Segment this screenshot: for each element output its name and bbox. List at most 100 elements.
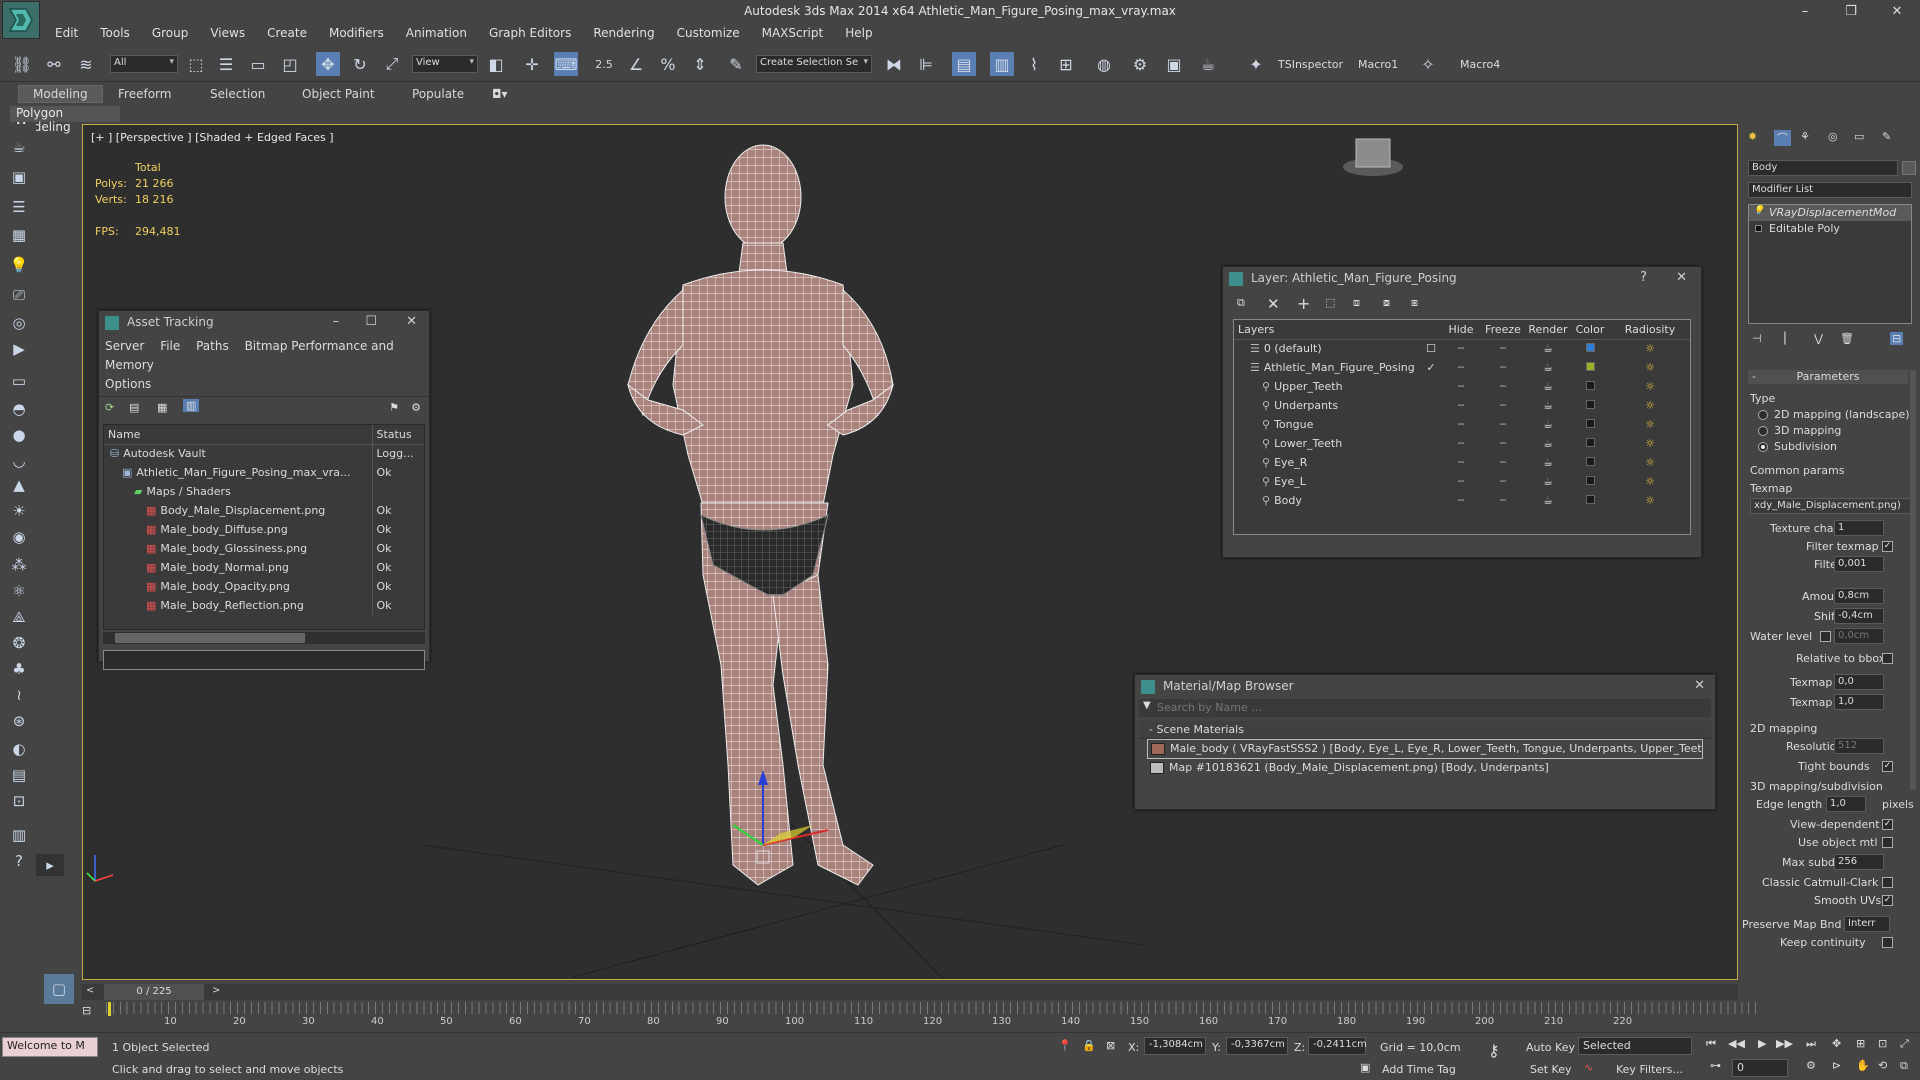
close-icon[interactable]: ✕	[406, 314, 417, 329]
new-layer-icon[interactable]: ⧉	[1237, 296, 1245, 310]
key-mode-toggle-icon[interactable]: ⊶	[1710, 1059, 1721, 1072]
display-tab-icon[interactable]: ▭	[1854, 130, 1864, 143]
add-time-tag-icon[interactable]: ▣	[1360, 1061, 1370, 1074]
radiosity-icon[interactable]: ☼	[1610, 453, 1690, 472]
menu-maxscript[interactable]: MAXScript	[751, 24, 835, 44]
menu-edit[interactable]: Edit	[44, 24, 89, 44]
mini-viewport-icon[interactable]: ▢	[44, 974, 74, 1004]
edit-named-selection-icon[interactable]: ✎	[724, 52, 748, 76]
help-icon[interactable]: ?	[8, 850, 30, 872]
radiosity-icon[interactable]: ☼	[1610, 434, 1690, 453]
material-search-input[interactable]	[1157, 700, 1697, 715]
render-toggle-icon[interactable]: ☕	[1526, 453, 1570, 472]
layer-row[interactable]: ☰ Athletic_Man_Figure_Posing ✓ ┅ ┅ ☕ ☼	[1234, 358, 1690, 377]
modifier-list-dropdown[interactable]: Modifier List	[1748, 182, 1912, 198]
highlight-layer-icon[interactable]: ⧈	[1353, 296, 1360, 310]
layer-help-button[interactable]: ?	[1640, 270, 1647, 285]
menu-tools[interactable]: Tools	[89, 24, 141, 44]
freeze-toggle[interactable]: ┅	[1480, 377, 1526, 396]
minimize-button[interactable]: –	[1782, 0, 1828, 22]
modifier-stack-item[interactable]: Editable Poly	[1749, 221, 1911, 237]
bones-icon[interactable]: ⟁	[8, 606, 30, 628]
grid-icon[interactable]: ▦	[8, 224, 30, 246]
tab-selection[interactable]: Selection	[210, 87, 265, 101]
hide-toggle[interactable]: ┅	[1442, 396, 1480, 415]
pan-icon[interactable]: ✋	[1856, 1059, 1870, 1072]
layer-row[interactable]: ⚲ Upper_Teeth ┅ ┅ ☕ ☼	[1234, 377, 1690, 396]
texture-chan-input[interactable]: 1	[1834, 520, 1884, 536]
layer-color-swatch[interactable]	[1570, 453, 1610, 472]
thumbnail-view-icon[interactable]: ▦	[157, 401, 167, 414]
current-layer-marker[interactable]	[1420, 491, 1442, 510]
cone-icon[interactable]: ▲	[8, 474, 30, 496]
layer-row[interactable]: ⚲ Eye_R ┅ ┅ ☕ ☼	[1234, 453, 1690, 472]
radiosity-icon[interactable]: ☼	[1610, 472, 1690, 491]
toggle-ribbon-icon[interactable]: ▥	[990, 52, 1014, 76]
texmap-button[interactable]: xdy_Male_Displacement.png)	[1750, 498, 1912, 514]
scene-materials-header[interactable]: - Scene Materials	[1139, 721, 1711, 739]
list-icon[interactable]: ☰	[8, 196, 30, 218]
freeze-all-icon[interactable]: ⧆	[1411, 296, 1418, 310]
tsinspector-icon[interactable]: ✦	[1244, 52, 1268, 76]
particles-icon[interactable]: ⁂	[8, 554, 30, 576]
bowl-icon[interactable]: ◡	[8, 450, 30, 472]
render-toggle-icon[interactable]: ☕	[1526, 339, 1570, 358]
asset-row[interactable]: ▰ Maps / Shaders	[104, 482, 424, 501]
at-menu-file[interactable]: File	[160, 339, 180, 353]
radio-2d-mapping[interactable]	[1758, 410, 1768, 420]
minimize-icon[interactable]: –	[333, 314, 340, 329]
absolute-mode-icon[interactable]: ⊠	[1106, 1039, 1115, 1052]
select-object-icon[interactable]: ⬚	[184, 52, 208, 76]
at-menu-bitmap[interactable]: Bitmap Performance and Memory	[105, 339, 394, 372]
current-layer-marker[interactable]: ✓	[1420, 358, 1442, 377]
resolution-input[interactable]: 512	[1834, 738, 1884, 754]
light-icon[interactable]: 💡	[8, 254, 30, 276]
maximize-icon[interactable]: ☐	[365, 314, 377, 329]
render-production-icon[interactable]: ☕	[1196, 52, 1220, 76]
menu-animation[interactable]: Animation	[395, 24, 478, 44]
texmap-min-input[interactable]: 0,0	[1834, 674, 1884, 690]
time-config-icon[interactable]: ⚙	[1806, 1059, 1816, 1072]
hair-icon[interactable]: ≀	[8, 684, 30, 706]
collapse-icon[interactable]: -	[1149, 723, 1153, 736]
select-by-name-icon[interactable]: ☰	[214, 52, 238, 76]
max-subdivs-input[interactable]: 256	[1834, 854, 1884, 870]
slider-prev-icon[interactable]: <	[82, 984, 98, 997]
current-layer-marker[interactable]	[1420, 415, 1442, 434]
percent-snap-icon[interactable]: %	[656, 52, 680, 76]
freeze-toggle[interactable]: ┅	[1480, 453, 1526, 472]
teapot-icon[interactable]: ☕	[8, 136, 30, 158]
texmap-max-input[interactable]: 1,0	[1834, 694, 1884, 710]
zoom-icon[interactable]: ✥	[1832, 1037, 1841, 1050]
add-to-layer-icon[interactable]: +	[1297, 294, 1310, 313]
freeze-toggle[interactable]: ┅	[1480, 415, 1526, 434]
option-3d-mapping[interactable]: 3D mapping	[1774, 424, 1912, 437]
set-key-curve-icon[interactable]: ∿	[1584, 1061, 1593, 1074]
go-to-start-icon[interactable]: ⏮	[1706, 1037, 1716, 1051]
relative-bbox-checkbox[interactable]	[1882, 653, 1893, 664]
freeze-toggle[interactable]: ┅	[1480, 339, 1526, 358]
track-bar[interactable]: ⊟ 10 20 30 40 50 60 70 80 90 100 110 120 130 140 150 16…	[82, 1002, 1762, 1032]
play-icon[interactable]: ▶	[1758, 1037, 1766, 1050]
rect-selection-icon[interactable]: ▭	[246, 52, 270, 76]
menu-create[interactable]: Create	[256, 24, 318, 44]
modify-tab-icon[interactable]: ⌒	[1774, 130, 1791, 146]
object-name-field[interactable]: Body	[1748, 160, 1898, 176]
hide-toggle[interactable]: ┅	[1442, 434, 1480, 453]
object-color-swatch[interactable]	[1902, 161, 1916, 175]
file-icon[interactable]: ▥	[8, 824, 30, 846]
macro-1[interactable]: Macro1	[1358, 58, 1398, 71]
amount-input[interactable]: 0,8cm	[1834, 588, 1884, 604]
col-radiosity[interactable]: Radiosity	[1610, 320, 1690, 340]
asset-row[interactable]: ⛁ Autodesk Vault Logg...	[104, 444, 424, 463]
current-layer-marker[interactable]	[1420, 472, 1442, 491]
earth-icon[interactable]: ◐	[8, 738, 30, 760]
view-dependent-checkbox[interactable]: ✓	[1882, 819, 1893, 830]
key-icon[interactable]: ⚷	[1488, 1041, 1500, 1060]
col-layers[interactable]: Layers	[1234, 320, 1420, 340]
asset-row[interactable]: ▦ Male_body_Glossiness.png Ok	[104, 539, 424, 558]
hide-all-icon[interactable]: ⧇	[1383, 296, 1390, 310]
go-to-end-icon[interactable]: ⏭	[1806, 1037, 1816, 1051]
select-link-icon[interactable]: ⛓	[10, 52, 34, 76]
close-icon[interactable]: ✕	[1676, 270, 1687, 285]
